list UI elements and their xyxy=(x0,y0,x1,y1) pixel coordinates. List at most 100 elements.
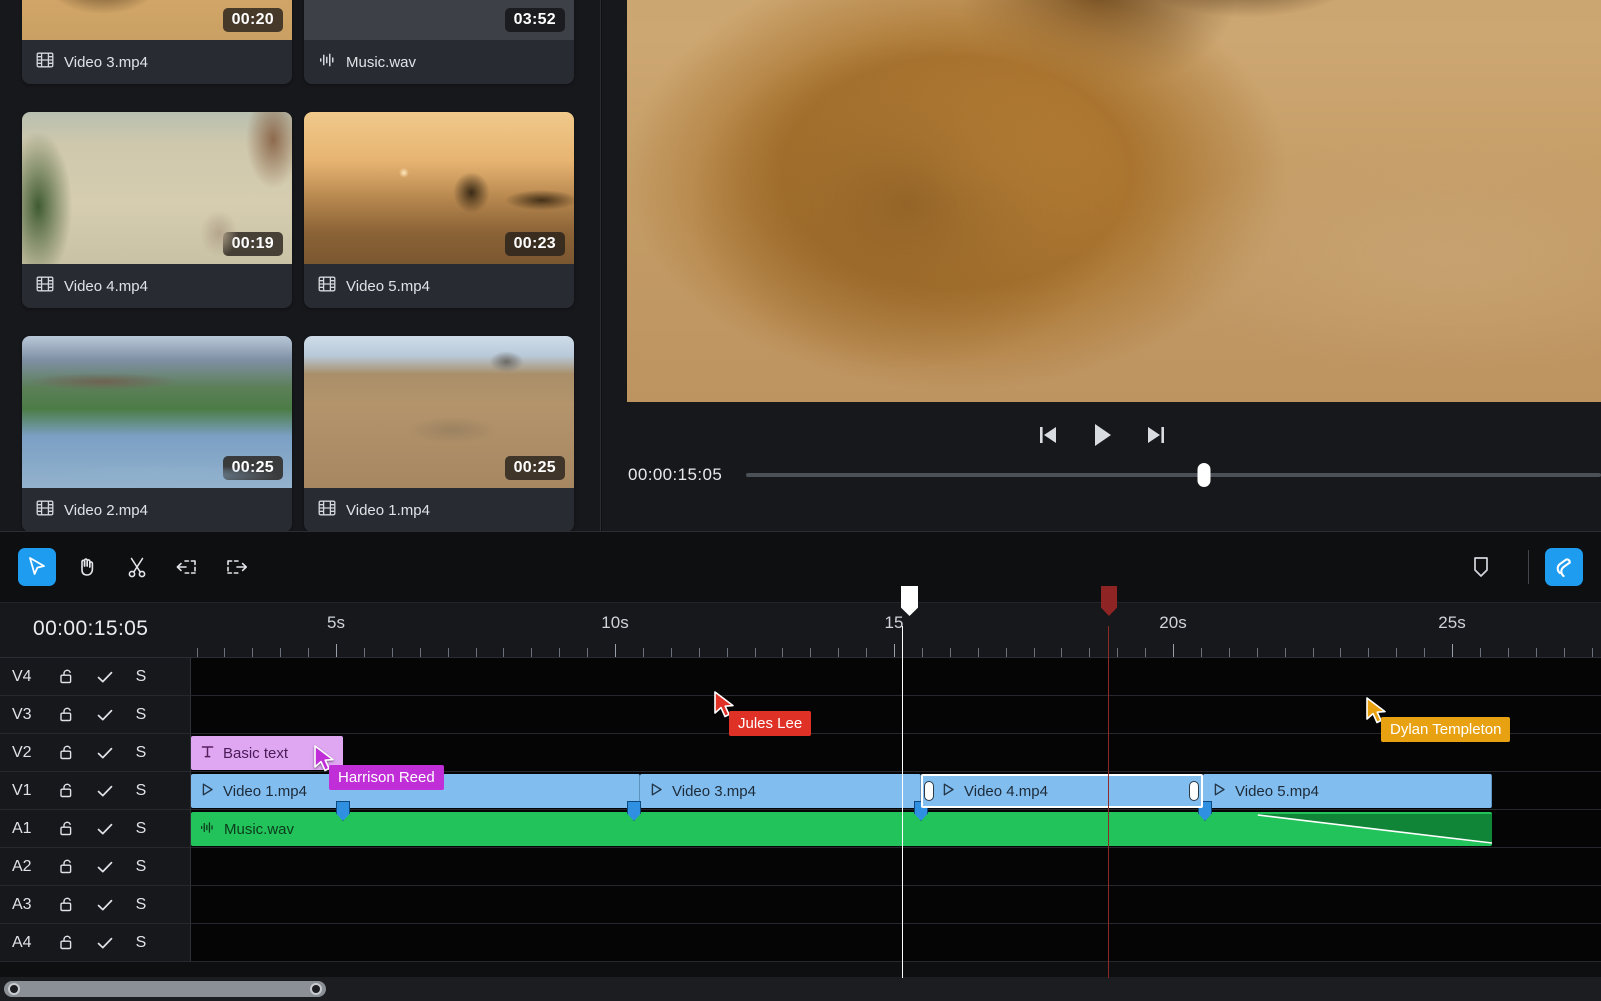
solo-button[interactable]: S xyxy=(124,858,158,876)
snapping-toggle-button[interactable] xyxy=(1545,548,1583,586)
lock-icon[interactable] xyxy=(48,819,86,838)
clip-type-icon xyxy=(200,744,215,763)
audio-fade-out[interactable] xyxy=(191,812,1492,846)
ruler-tick xyxy=(280,648,282,657)
lock-icon[interactable] xyxy=(48,857,86,876)
scrubber-track[interactable] xyxy=(746,463,1601,487)
video-preview[interactable] xyxy=(627,0,1601,402)
solo-button[interactable]: S xyxy=(124,820,158,838)
track-lane-a3[interactable] xyxy=(191,886,1601,923)
timeline-clip[interactable]: Video 3.mp4 xyxy=(640,774,921,808)
timeline-clip[interactable]: Music.wav xyxy=(191,812,1492,846)
media-card[interactable]: 00:25 Video 2.mp4 xyxy=(22,336,292,531)
clip-type-icon xyxy=(200,782,215,801)
clip-trim-handle-left[interactable] xyxy=(924,781,934,801)
track-header-a3[interactable]: A3 S xyxy=(0,886,191,923)
clip-trim-handle-right[interactable] xyxy=(1189,781,1199,801)
media-card[interactable]: 00:19 Video 4.mp4 xyxy=(22,112,292,308)
track-lane-a1[interactable]: Music.wav xyxy=(191,801,1601,847)
solo-button[interactable]: S xyxy=(124,782,158,800)
media-card[interactable]: 00:25 Video 1.mp4 xyxy=(304,336,574,531)
media-card[interactable]: 00:20 Video 3.mp4 xyxy=(22,0,292,84)
timeline-clip[interactable]: Video 5.mp4 xyxy=(1203,774,1492,808)
ruler-tick xyxy=(1535,648,1537,657)
media-thumbnail[interactable]: 00:20 xyxy=(22,0,292,40)
track-lane-v2[interactable]: Basic text xyxy=(191,734,1601,771)
visibility-check-icon[interactable] xyxy=(86,781,124,801)
scrubber-handle[interactable] xyxy=(1197,463,1211,487)
track-row: A4 S xyxy=(0,924,1601,962)
media-thumbnail[interactable]: 00:23 xyxy=(304,112,574,264)
track-header-v3[interactable]: V3 S xyxy=(0,696,191,733)
lock-icon[interactable] xyxy=(48,667,86,686)
visibility-check-icon[interactable] xyxy=(86,743,124,763)
track-lane-v1[interactable]: Video 1.mp4 Video 3.mp4 Video 4.mp4 Video 5… xyxy=(191,772,1601,809)
media-thumbnail[interactable]: 00:25 xyxy=(304,336,574,488)
razor-tool-button[interactable] xyxy=(118,548,156,586)
visibility-check-icon[interactable] xyxy=(86,819,124,839)
visibility-check-icon[interactable] xyxy=(86,857,124,877)
playhead[interactable] xyxy=(901,586,918,978)
track-header-a1[interactable]: A1 S xyxy=(0,810,191,847)
track-header-a4[interactable]: A4 S xyxy=(0,924,191,961)
media-thumbnail[interactable]: 03:52 xyxy=(304,0,574,40)
visibility-check-icon[interactable] xyxy=(86,667,124,687)
film-strip-icon xyxy=(36,51,54,73)
lock-icon[interactable] xyxy=(48,743,86,762)
play-button[interactable] xyxy=(1085,418,1119,452)
timeline-clip[interactable]: Basic text xyxy=(191,736,343,770)
ruler-tick xyxy=(224,648,226,657)
scrollbar-thumb[interactable] xyxy=(4,981,326,997)
timeline-clip[interactable]: Video 1.mp4 xyxy=(191,774,640,808)
skip-to-end-button[interactable] xyxy=(1141,420,1171,450)
track-row: A3 S xyxy=(0,886,1601,924)
solo-button[interactable]: S xyxy=(124,744,158,762)
ruler-tick xyxy=(1284,648,1286,657)
hand-tool-button[interactable] xyxy=(68,548,106,586)
lock-icon[interactable] xyxy=(48,895,86,914)
track-label: A2 xyxy=(12,857,32,875)
media-file-name: Video 5.mp4 xyxy=(346,277,430,295)
lock-icon[interactable] xyxy=(48,705,86,724)
track-header-v1[interactable]: V1 S xyxy=(0,772,191,809)
track-header-v2[interactable]: V2 S xyxy=(0,734,191,771)
timeline-clip[interactable]: Video 4.mp4 xyxy=(921,774,1203,808)
track-lane-v4[interactable] xyxy=(191,658,1601,695)
solo-button[interactable]: S xyxy=(124,896,158,914)
clip-title: Video 3.mp4 xyxy=(672,782,756,800)
timeline-marker[interactable] xyxy=(1101,586,1117,978)
media-duration-badge: 00:19 xyxy=(222,232,283,256)
clip-type-icon xyxy=(649,782,664,801)
solo-button[interactable]: S xyxy=(124,668,158,686)
timeline-ruler[interactable]: 00:00:15:05 5s 10s 15 20s 25s xyxy=(0,603,1601,658)
timeline-horizontal-scrollbar[interactable] xyxy=(0,977,1601,1001)
track-header-v4[interactable]: V4 S xyxy=(0,658,191,695)
lock-icon[interactable] xyxy=(48,933,86,952)
media-thumbnail[interactable]: 00:19 xyxy=(22,112,292,264)
track-lane-a4[interactable] xyxy=(191,924,1601,961)
selection-tool-button[interactable] xyxy=(18,548,56,586)
lock-icon[interactable] xyxy=(48,781,86,800)
visibility-check-icon[interactable] xyxy=(86,895,124,915)
track-lane-v3[interactable] xyxy=(191,696,1601,733)
ripple-trim-out-tool-button[interactable] xyxy=(218,548,256,586)
film-strip-icon xyxy=(318,499,336,521)
media-card[interactable]: 03:52 Music.wav xyxy=(304,0,574,84)
marker-tool-button[interactable] xyxy=(1462,548,1500,586)
media-card[interactable]: 00:23 Video 5.mp4 xyxy=(304,112,574,308)
ripple-trim-in-tool-button[interactable] xyxy=(168,548,206,586)
track-lane-a2[interactable] xyxy=(191,848,1601,885)
track-header-a2[interactable]: A2 S xyxy=(0,848,191,885)
media-thumbnail[interactable]: 00:25 xyxy=(22,336,292,488)
visibility-check-icon[interactable] xyxy=(86,933,124,953)
solo-button[interactable]: S xyxy=(124,706,158,724)
clip-type-icon xyxy=(1212,782,1227,801)
visibility-check-icon[interactable] xyxy=(86,705,124,725)
scrollbar-grip-right[interactable] xyxy=(310,983,322,995)
solo-button[interactable]: S xyxy=(124,934,158,952)
ruler-major-tick xyxy=(894,644,895,657)
scrollbar-grip-left[interactable] xyxy=(8,983,20,995)
ruler-tick xyxy=(252,648,254,657)
ruler-tick-label: 20s xyxy=(1159,613,1187,632)
skip-to-start-button[interactable] xyxy=(1033,420,1063,450)
